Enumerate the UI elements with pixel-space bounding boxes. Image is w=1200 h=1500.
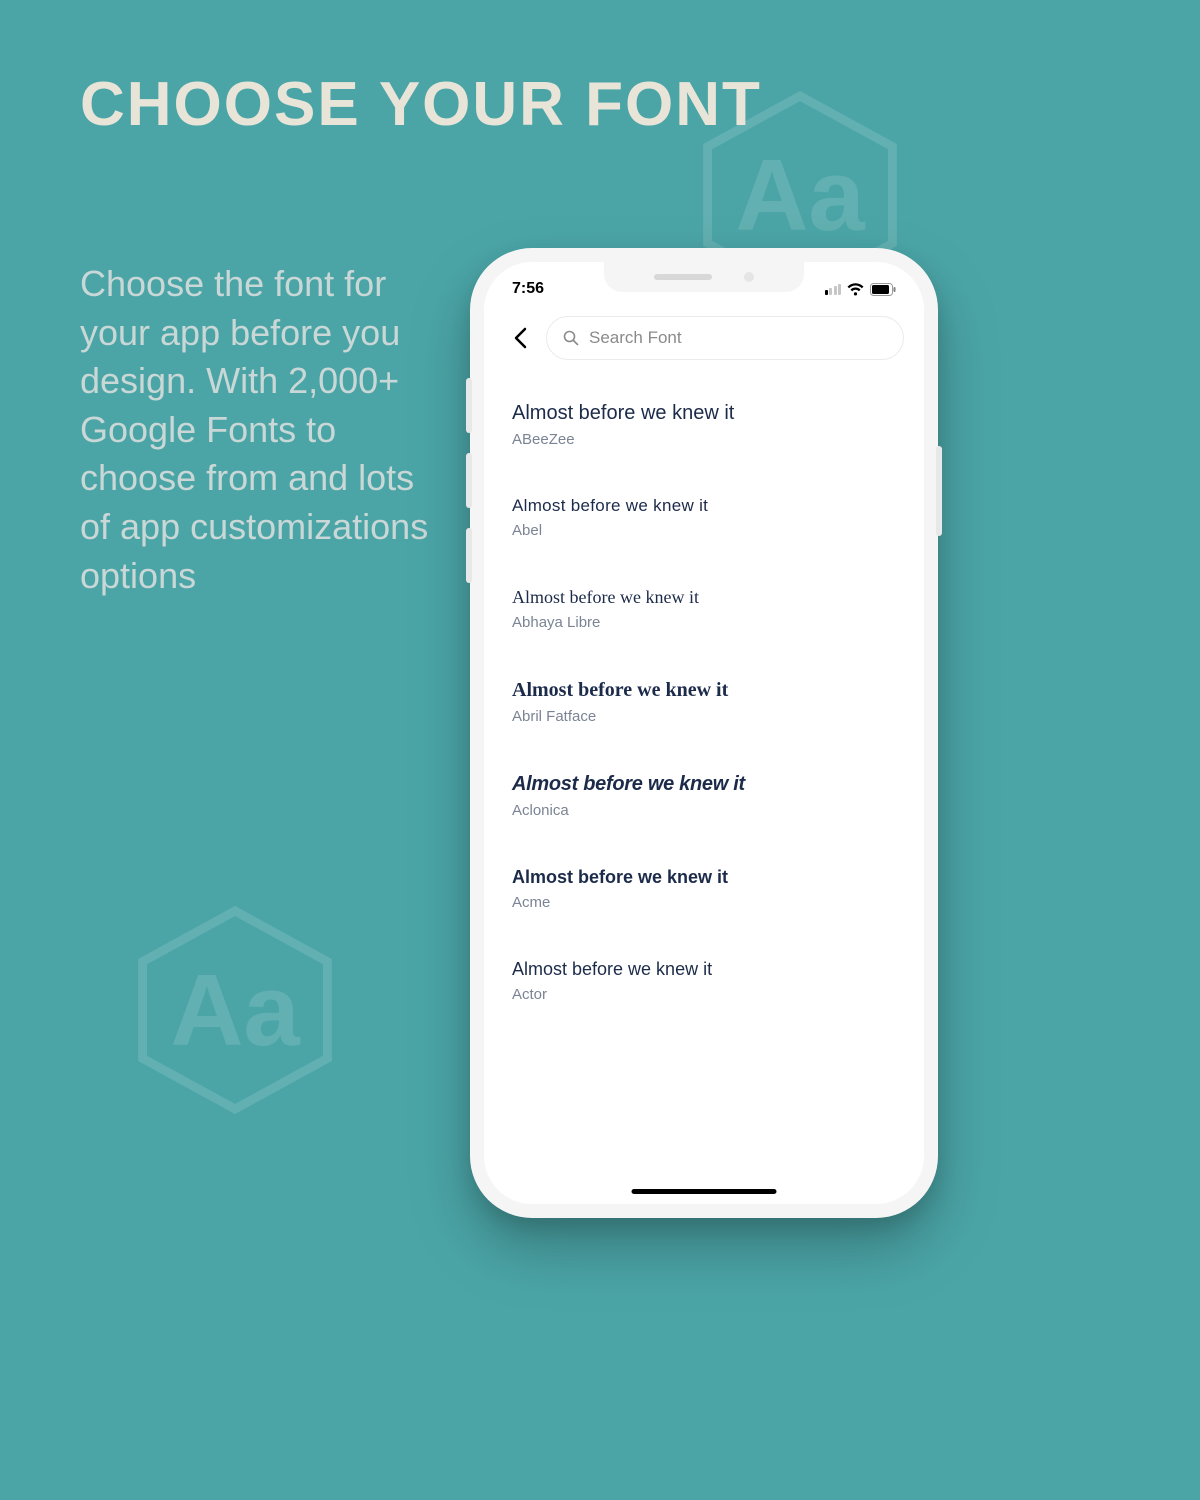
search-icon [563,330,579,346]
home-indicator[interactable] [632,1189,777,1194]
marketing-subtitle: Choose the font for your app before you … [80,260,440,600]
font-hexagon-icon: Aa [125,900,345,1120]
signal-icon [825,283,842,295]
font-preview-text: Almost before we knew it [512,679,896,702]
font-name-label: Abril Fatface [512,708,896,725]
font-preview-text: Almost before we knew it [512,402,896,425]
font-item[interactable]: Almost before we knew it Abhaya Libre [512,563,896,655]
font-item[interactable]: Almost before we knew it Aclonica [512,749,896,843]
phone-notch [604,262,804,292]
font-preview-text: Almost before we knew it [512,496,896,516]
font-item[interactable]: Almost before we knew it Acme [512,843,896,935]
font-name-label: Aclonica [512,802,896,819]
chevron-left-icon [513,327,527,349]
font-preview-text: Almost before we knew it [512,867,896,888]
svg-text:Aa: Aa [170,954,300,1067]
font-item[interactable]: Almost before we knew it Abril Fatface [512,655,896,749]
marketing-title: CHOOSE YOUR FONT [80,72,762,137]
phone-mockup: 7:56 [470,248,938,1218]
font-name-label: Abhaya Libre [512,614,896,631]
font-name-label: ABeeZee [512,431,896,448]
font-preview-text: Almost before we knew it [512,959,896,980]
font-name-label: Acme [512,894,896,911]
font-item[interactable]: Almost before we knew it ABeeZee [512,378,896,472]
back-button[interactable] [504,322,536,354]
font-name-label: Abel [512,522,896,539]
phone-screen: 7:56 [484,262,924,1204]
font-list[interactable]: Almost before we knew itABeeZeeAlmost be… [484,378,924,1027]
svg-text:Aa: Aa [735,139,865,252]
search-row [484,306,924,378]
font-item[interactable]: Almost before we knew it Abel [512,472,896,563]
wifi-icon [847,283,864,296]
status-time: 7:56 [512,280,544,298]
search-field[interactable] [546,316,904,360]
font-preview-text: Almost before we knew it [512,587,896,608]
battery-icon [870,283,896,296]
font-preview-text: Almost before we knew it [512,773,896,796]
font-name-label: Actor [512,986,896,1003]
font-item[interactable]: Almost before we knew it Actor [512,935,896,1027]
search-input[interactable] [589,328,887,348]
